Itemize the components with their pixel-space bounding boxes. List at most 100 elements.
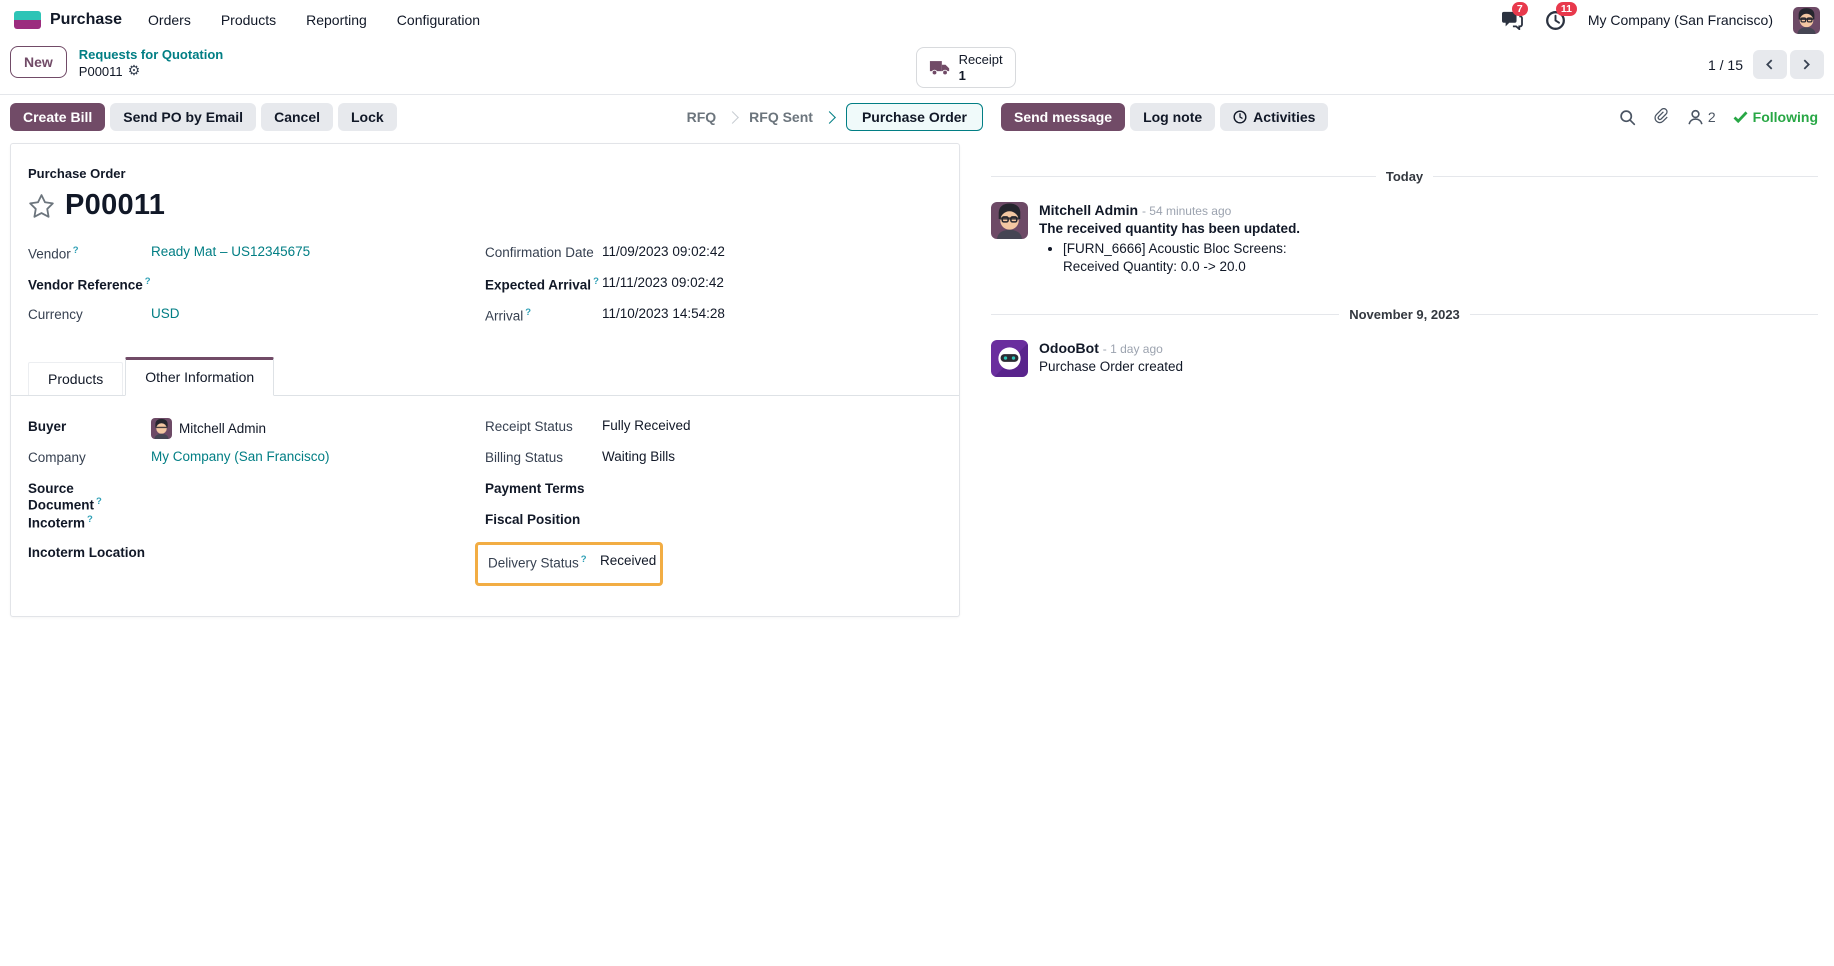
status-separator-icon (726, 110, 740, 124)
followers-count: 2 (1707, 109, 1716, 126)
field-source-document: Source Document? (28, 481, 102, 513)
following-toggle[interactable]: Following (1733, 109, 1818, 125)
field-company: Company My Company (San Francisco) (28, 449, 330, 466)
messages-badge: 7 (1511, 2, 1528, 16)
action-buttons: Create Bill Send PO by Email Cancel Lock (10, 103, 397, 132)
company-switcher[interactable]: My Company (San Francisco) (1588, 12, 1773, 28)
delivery-status-value[interactable]: Received (600, 553, 656, 571)
message-author[interactable]: Mitchell Admin (1039, 202, 1138, 218)
menu-products[interactable]: Products (221, 12, 276, 28)
help-marker: ? (72, 245, 79, 257)
activities-button[interactable]: Activities (1220, 103, 1329, 132)
field-buyer: Buyer Mitchell Admin (28, 418, 485, 449)
help-marker: ? (87, 513, 93, 525)
tracking-line: [FURN_6666] Acoustic Bloc Screens: (1063, 241, 1287, 257)
tracking-line: Received Quantity: 0.0 -> 20.0 (1063, 259, 1246, 275)
receipt-count: 1 (958, 67, 966, 83)
messages-icon[interactable]: 7 (1500, 2, 1528, 32)
field-column-right: Confirmation Date 11/09/2023 09:02:42 Ex… (485, 244, 942, 337)
odoo-logo-icon (14, 11, 41, 29)
vendor-value[interactable]: Ready Mat – US12345675 (151, 244, 310, 259)
date-divider-today: Today (991, 169, 1819, 184)
followers-button[interactable]: 2 (1687, 109, 1716, 125)
billing-status-value[interactable]: Waiting Bills (602, 449, 675, 464)
receipt-status-value[interactable]: Fully Received (602, 418, 691, 433)
help-marker: ? (580, 554, 587, 566)
search-icon (1620, 109, 1636, 125)
user-avatar[interactable] (1793, 6, 1820, 34)
status-step-rfq-sent[interactable]: RFQ Sent (749, 109, 813, 125)
send-message-button[interactable]: Send message (1001, 103, 1126, 132)
menu-configuration[interactable]: Configuration (397, 12, 480, 28)
date-divider-november: November 9, 2023 (991, 307, 1819, 322)
field-column-left: Vendor? Ready Mat – US12345675 Vendor Re… (28, 244, 485, 337)
status-separator-icon (823, 110, 836, 124)
breadcrumb-parent[interactable]: Requests for Quotation (79, 47, 223, 63)
receipt-label: Receipt (958, 52, 1003, 67)
page-title[interactable]: P00011 (65, 189, 165, 222)
tab-column-right: Receipt Status Fully Received Billing St… (475, 418, 942, 586)
check-icon (1733, 111, 1748, 124)
lock-button[interactable]: Lock (338, 103, 397, 132)
toolbar-row: Create Bill Send PO by Email Cancel Lock… (0, 94, 1834, 139)
activities-badge: 11 (1555, 2, 1577, 16)
field-billing-status: Billing Status Waiting Bills (485, 449, 676, 466)
field-incoterm: Incoterm? (28, 513, 93, 531)
receipt-smart-button[interactable]: Receipt 1 (915, 47, 1016, 89)
gear-icon[interactable]: ⚙ (128, 63, 141, 81)
chevron-right-icon (1804, 59, 1811, 70)
tab-other-information[interactable]: Other Information (125, 357, 275, 397)
field-receipt-status: Receipt Status Fully Received (485, 418, 691, 435)
cancel-button[interactable]: Cancel (261, 103, 333, 132)
help-marker: ? (96, 496, 102, 508)
paperclip-icon (1654, 108, 1668, 124)
notebook-tabs: Products Other Information (11, 357, 959, 397)
pager-next-button[interactable] (1789, 50, 1824, 79)
message-body: Purchase Order created (1039, 358, 1184, 374)
field-incoterm-location: Incoterm Location (28, 544, 146, 560)
message-title: The received quantity has been updated. (1039, 221, 1301, 237)
field-vendor-reference: Vendor Reference? (28, 276, 151, 293)
breadcrumb: Requests for Quotation P00011 ⚙ (79, 46, 223, 81)
form-sheet: Purchase Order P00011 Vendor? Ready Mat … (10, 143, 960, 617)
control-panel: New Requests for Quotation P00011 ⚙ Rece… (0, 40, 1834, 94)
top-navbar: Purchase Orders Products Reporting Confi… (0, 0, 1834, 40)
buyer-avatar (151, 418, 172, 440)
buyer-value[interactable]: Mitchell Admin (151, 418, 266, 440)
systray: 7 11 My Company (San Francisco) (1500, 2, 1820, 34)
chatter-toolbar: Send message Log note Activities 2 Follo… (985, 103, 1834, 132)
status-step-rfq[interactable]: RFQ (687, 109, 717, 125)
message-time: - 54 minutes ago (1141, 204, 1232, 219)
truck-icon (929, 61, 949, 76)
field-fiscal-position: Fiscal Position (485, 512, 581, 528)
tab-products[interactable]: Products (28, 362, 124, 396)
company-value[interactable]: My Company (San Francisco) (151, 449, 330, 464)
message-author-avatar[interactable] (991, 202, 1028, 240)
favorite-star-icon[interactable] (28, 193, 55, 219)
status-step-purchase-order[interactable]: Purchase Order (845, 103, 983, 132)
activities-clock-icon[interactable]: 11 (1544, 2, 1577, 32)
field-arrival: Arrival? 11/10/2023 14:54:28 (485, 306, 725, 324)
menu-orders[interactable]: Orders (148, 12, 191, 28)
attach-files-button[interactable] (1653, 108, 1670, 126)
field-payment-terms: Payment Terms (485, 481, 585, 497)
odoobot-avatar[interactable] (991, 339, 1028, 377)
statusbar: RFQ RFQ Sent Purchase Order (687, 103, 983, 132)
confirmation-date-value[interactable]: 11/09/2023 09:02:42 (602, 244, 725, 259)
tab-column-left: Buyer Mitchell Admin Company My Company … (28, 418, 485, 586)
expected-arrival-value[interactable]: 11/11/2023 09:02:42 (602, 275, 724, 290)
app-name[interactable]: Purchase (50, 11, 122, 29)
arrival-value[interactable]: 11/10/2023 14:54:28 (602, 306, 725, 321)
currency-value[interactable]: USD (151, 306, 180, 321)
message-author[interactable]: OdooBot (1039, 340, 1099, 356)
menu-reporting[interactable]: Reporting (306, 12, 367, 28)
search-messages-button[interactable] (1619, 109, 1636, 126)
send-po-by-email-button[interactable]: Send PO by Email (110, 103, 257, 132)
pager-value: 1 / 15 (1707, 56, 1743, 73)
new-button[interactable]: New (10, 46, 67, 78)
create-bill-button[interactable]: Create Bill (10, 103, 106, 132)
log-note-button[interactable]: Log note (1130, 103, 1216, 132)
field-vendor: Vendor? Ready Mat – US12345675 (28, 244, 311, 262)
pager-previous-button[interactable] (1752, 50, 1787, 79)
app-menu: Orders Products Reporting Configuration (148, 12, 480, 28)
